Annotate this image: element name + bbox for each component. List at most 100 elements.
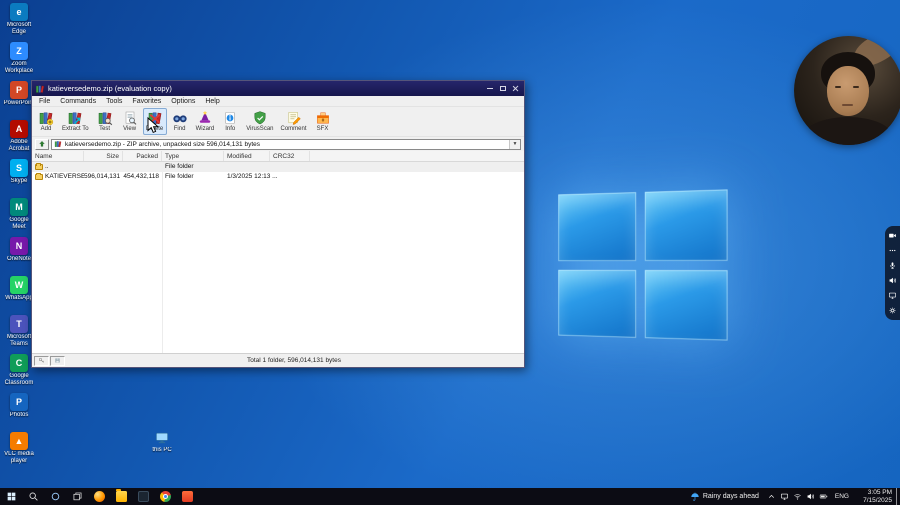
app-icon-glyph: Z bbox=[16, 45, 22, 56]
tray-icon-hidden-icons[interactable] bbox=[765, 488, 778, 505]
toolbar-button-view[interactable]: View bbox=[118, 108, 142, 135]
disk-icon bbox=[54, 357, 61, 364]
desktop-icon-edge[interactable]: e Microsoft Edge bbox=[2, 3, 36, 39]
side-tool-display[interactable] bbox=[888, 291, 897, 300]
menu-item[interactable]: Commands bbox=[55, 98, 101, 105]
column-header[interactable]: Type bbox=[162, 151, 224, 161]
column-header[interactable]: Modified bbox=[224, 151, 270, 161]
tray-icon-glyph bbox=[780, 492, 789, 501]
windows-logo-pane bbox=[644, 189, 728, 261]
taskbar-icon-brave[interactable] bbox=[176, 488, 198, 505]
menu-item[interactable]: Help bbox=[200, 98, 224, 105]
toolbar-button-icon bbox=[286, 110, 302, 126]
toolbar-button-label: View bbox=[123, 126, 137, 132]
toolbar-button-test[interactable]: Test bbox=[93, 108, 117, 135]
taskbar: Rainy days ahead ENG 3:05 PM 7/15/2025 bbox=[0, 488, 900, 505]
taskbar-icon-start[interactable] bbox=[0, 488, 22, 505]
file-row[interactable]: .. File folder bbox=[32, 162, 524, 172]
app-chip-icon bbox=[93, 491, 105, 502]
taskbar-icon-task-view[interactable] bbox=[66, 488, 88, 505]
toolbar-button-virus[interactable]: VirusScan bbox=[243, 108, 276, 135]
desktop-icon-label: this PC bbox=[152, 447, 172, 453]
close-button[interactable] bbox=[509, 83, 522, 94]
taskbar-icon-firefox[interactable] bbox=[88, 488, 110, 505]
column-header[interactable]: Packed bbox=[123, 151, 162, 161]
this-pc-icon bbox=[152, 430, 172, 446]
toolbar-button-label: Find bbox=[173, 126, 186, 132]
toolbar-button-info[interactable]: Info bbox=[218, 108, 242, 135]
toolbar-button-comment[interactable]: Comment bbox=[278, 108, 310, 135]
desktop-icon-label: VLC media player bbox=[4, 451, 34, 464]
menu-item[interactable]: File bbox=[34, 98, 55, 105]
minimize-button[interactable] bbox=[483, 83, 496, 94]
desktop-icon-photos[interactable]: P Photos bbox=[2, 393, 36, 429]
toolbar-button-icon bbox=[97, 110, 113, 126]
app-chip-icon bbox=[159, 491, 171, 502]
tray-icon-glyph bbox=[767, 492, 776, 501]
up-directory-button[interactable] bbox=[35, 138, 49, 150]
taskbar-icon-chrome[interactable] bbox=[154, 488, 176, 505]
status-disk-cell bbox=[50, 355, 65, 366]
toolbar-button-extract[interactable]: Extract To bbox=[59, 108, 92, 135]
winrar-window: katieversedemo.zip (evaluation copy) Fil… bbox=[31, 80, 525, 368]
desktop-icon-vlc[interactable]: ▲ VLC media player bbox=[2, 432, 36, 468]
app-icon-glyph: P bbox=[15, 396, 22, 407]
column-header[interactable]: Size bbox=[84, 151, 123, 161]
show-desktop-button[interactable] bbox=[896, 488, 900, 505]
app-icon-glyph: A bbox=[15, 123, 23, 134]
tray-icon-battery[interactable] bbox=[817, 488, 830, 505]
side-tool-camera[interactable] bbox=[888, 231, 897, 240]
desktop-icon-this-pc[interactable]: this PC bbox=[144, 430, 180, 454]
file-list[interactable]: .. File folder KATIEVERSE 596,014,131 45… bbox=[32, 162, 524, 354]
toolbar-button-find[interactable]: Find bbox=[168, 108, 192, 135]
toolbar-button-icon bbox=[147, 110, 163, 126]
side-tool-settings[interactable] bbox=[888, 306, 897, 315]
menu-item[interactable]: Options bbox=[166, 98, 200, 105]
toolbar-button-delete[interactable]: Delete bbox=[142, 108, 167, 135]
toolbar-button-icon bbox=[315, 110, 331, 126]
toolbar-button-label: Delete bbox=[145, 126, 164, 132]
desktop-icon-zoom[interactable]: Z Zoom Workplace bbox=[2, 42, 36, 78]
key-icon bbox=[38, 357, 45, 364]
winrar-titlebar[interactable]: katieversedemo.zip (evaluation copy) bbox=[32, 81, 524, 96]
desktop-icon-label: Google Classroom bbox=[4, 373, 34, 386]
file-list-header: Name Size Packed Type Modified CRC32 bbox=[32, 151, 524, 162]
side-tool-more-options[interactable] bbox=[888, 246, 897, 255]
column-header[interactable]: CRC32 bbox=[270, 151, 310, 161]
taskbar-icon-cortana[interactable] bbox=[44, 488, 66, 505]
taskbar-clock[interactable]: 3:05 PM 7/15/2025 bbox=[854, 489, 896, 504]
taskbar-icon-file-explorer[interactable] bbox=[110, 488, 132, 505]
address-combobox[interactable]: katieversedemo.zip - ZIP archive, unpack… bbox=[51, 138, 521, 150]
side-tool-microphone[interactable] bbox=[888, 261, 897, 270]
maximize-button[interactable] bbox=[496, 83, 509, 94]
tray-icon-display[interactable] bbox=[778, 488, 791, 505]
address-dropdown-arrow[interactable]: ▼ bbox=[509, 139, 520, 149]
taskbar-icon-terminal[interactable] bbox=[132, 488, 154, 505]
app-icon: M bbox=[10, 198, 28, 216]
language-indicator[interactable]: ENG bbox=[830, 493, 854, 500]
file-modified-cell: 1/3/2025 12:13 ... bbox=[227, 172, 278, 180]
desktop: e Microsoft Edge Z Zoom Workplace P Powe… bbox=[0, 0, 900, 505]
taskbar-weather[interactable]: Rainy days ahead bbox=[684, 488, 765, 505]
app-chip-icon bbox=[181, 491, 193, 502]
person-shoulders bbox=[804, 117, 892, 145]
menu-item[interactable]: Favorites bbox=[127, 98, 166, 105]
column-header[interactable]: Name bbox=[32, 151, 84, 161]
toolbar-button-add[interactable]: Add bbox=[34, 108, 58, 135]
tray-icon-volume[interactable] bbox=[804, 488, 817, 505]
app-icon: S bbox=[10, 159, 28, 177]
file-row[interactable]: KATIEVERSE 596,014,131 454,432,118 File … bbox=[32, 172, 524, 182]
toolbar-button-label: Info bbox=[225, 126, 236, 132]
tray-icon-network[interactable] bbox=[791, 488, 804, 505]
toolbar-button-label: Extract To bbox=[62, 126, 89, 132]
system-tray bbox=[765, 488, 830, 505]
side-tool-speaker[interactable] bbox=[888, 276, 897, 285]
toolbar-button-label: Add bbox=[40, 126, 52, 132]
desktop-icon-label: Photos bbox=[9, 412, 29, 418]
taskbar-icon-search[interactable] bbox=[22, 488, 44, 505]
toolbar-button-label: VirusScan bbox=[246, 126, 274, 132]
menu-item[interactable]: Tools bbox=[101, 98, 127, 105]
windows-logo-pane bbox=[644, 269, 728, 341]
toolbar-button-sfx[interactable]: SFX bbox=[311, 108, 335, 135]
toolbar-button-wizard[interactable]: Wizard bbox=[193, 108, 218, 135]
